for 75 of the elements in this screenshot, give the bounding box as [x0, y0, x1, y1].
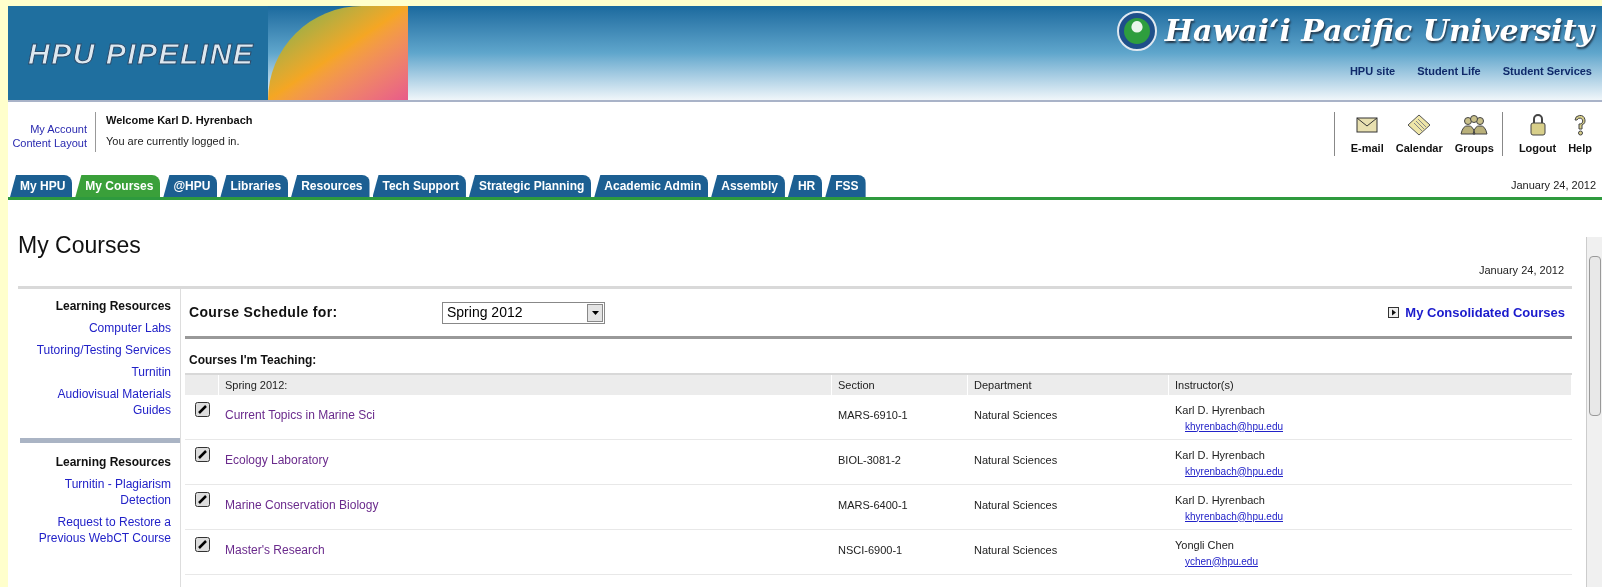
date-text: January 24, 2012 [1511, 177, 1597, 193]
toolbar-button[interactable]: Help [1566, 112, 1594, 156]
table-cell: NSCI-6900-1 [838, 544, 903, 556]
nav-tab[interactable]: Academic Admin [594, 175, 709, 197]
sidebar-link[interactable]: Request to Restore a Previous WebCT Course [18, 514, 171, 546]
dropdown-arrow-icon [591, 310, 599, 315]
course-link[interactable]: Ecology Laboratory [225, 453, 329, 467]
nav-tab[interactable]: Assembly [711, 175, 785, 197]
padlock-icon [1528, 113, 1547, 137]
toolbar-button[interactable]: Logout [1516, 112, 1559, 156]
envelope-icon [1356, 117, 1379, 133]
sidebar-heading: Learning Resources [54, 454, 171, 471]
column-header: Spring 2012: [225, 377, 288, 393]
nav-tab[interactable]: HR [787, 175, 823, 197]
sidebar-link[interactable]: Computer Labs [18, 320, 171, 336]
table-cell: Natural Sciences [974, 544, 1058, 556]
toolbar-button[interactable]: E-mail [1348, 112, 1386, 156]
sidebar-link[interactable]: Turnitin [18, 364, 171, 380]
table-cell: Natural Sciences [974, 499, 1058, 511]
sidebar-link[interactable]: Tutoring/Testing Services [18, 342, 171, 358]
email-link[interactable]: khyrenbach@hpu.edu [1185, 463, 1283, 479]
edit-icon[interactable] [194, 447, 210, 462]
university-name: Hawai‘i Pacific University [1164, 12, 1594, 50]
email-link[interactable]: ychen@hpu.edu [1185, 553, 1258, 569]
course-link[interactable]: Current Topics in Marine Sci [225, 408, 375, 422]
toolbar-button[interactable]: Groups [1452, 112, 1496, 156]
welcome-title: Welcome Karl D. Hyrenbach [106, 113, 253, 128]
edit-icon[interactable] [194, 402, 210, 417]
header-link[interactable]: Student Life [1417, 63, 1481, 80]
email-link[interactable]: khyrenbach@hpu.edu [1185, 418, 1283, 434]
term-select[interactable]: Spring 2012 [442, 301, 605, 324]
table-cell: Natural Sciences [974, 409, 1058, 421]
nav-tab[interactable]: Strategic Planning [468, 175, 592, 197]
toolbar-button[interactable]: Calendar [1393, 112, 1445, 156]
question-mark-icon [1572, 113, 1589, 137]
people-icon [1459, 115, 1490, 135]
date-text: January 24, 2012 [1479, 262, 1565, 278]
edit-icon[interactable] [194, 537, 210, 552]
play-icon [1388, 307, 1400, 318]
header-link[interactable]: HPU site [1349, 63, 1396, 80]
login-status: You are currently logged in. [106, 133, 241, 149]
nav-tab[interactable]: FSS [825, 175, 866, 197]
consolidated-courses-link[interactable]: My Consolidated Courses [1405, 302, 1572, 323]
instructor-name: Karl D. Hyrenbach [1175, 448, 1265, 463]
page-title: My Courses [18, 230, 141, 260]
instructor-name: Karl D. Hyrenbach [1175, 403, 1265, 418]
account-link[interactable]: My Account [30, 122, 87, 136]
edit-icon[interactable] [194, 492, 210, 507]
logo-text: HPU PIPELINE [28, 35, 255, 72]
nav-tab[interactable]: My HPU [10, 175, 73, 197]
table-cell: Natural Sciences [974, 454, 1058, 466]
column-header: Section [838, 377, 875, 393]
header-link[interactable]: Student Services [1502, 63, 1592, 80]
table-cell: MARS-6400-1 [838, 499, 908, 511]
instructor-name: Karl D. Hyrenbach [1175, 493, 1265, 508]
column-header: Department [974, 377, 1032, 393]
sidebar-link[interactable]: Turnitin - Plagiarism Detection [18, 476, 171, 508]
university-seal-icon [1116, 10, 1157, 51]
schedule-label: Course Schedule for: [188, 303, 339, 322]
sidebar-link[interactable]: Audiovisual Materials Guides [18, 386, 171, 418]
nav-tab[interactable]: Libraries [220, 175, 289, 197]
table-cell: MARS-6910-1 [838, 409, 908, 421]
instructor-name: Yongli Chen [1175, 538, 1234, 553]
table-cell: BIOL-3081-2 [838, 454, 901, 466]
course-link[interactable]: Master's Research [225, 543, 325, 557]
account-link[interactable]: Content Layout [12, 136, 87, 150]
notepad-icon [1407, 114, 1432, 136]
sidebar-heading: Learning Resources [54, 298, 171, 315]
section-title: Courses I'm Teaching: [188, 352, 318, 369]
nav-tab[interactable]: @HPU [163, 175, 218, 197]
column-header: Instructor(s) [1175, 377, 1234, 393]
course-link[interactable]: Marine Conservation Biology [225, 498, 379, 512]
nav-tab[interactable]: Resources [291, 175, 370, 197]
nav-tab[interactable]: Tech Support [372, 175, 466, 197]
email-link[interactable]: khyrenbach@hpu.edu [1185, 508, 1283, 524]
